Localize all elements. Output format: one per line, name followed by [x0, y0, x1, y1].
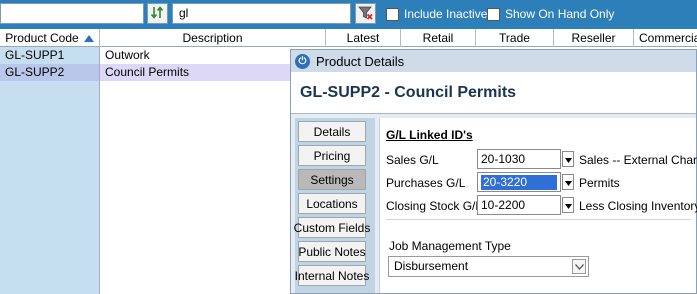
- details-body: Details Pricing Settings Locations Custo…: [291, 114, 697, 293]
- sort-toggle-button[interactable]: [147, 3, 168, 24]
- tab-pricing[interactable]: Pricing: [298, 145, 366, 166]
- column-header-commercial[interactable]: Commercial: [634, 29, 697, 47]
- show-on-hand-toggle[interactable]: Show On Hand Only: [487, 7, 614, 21]
- column-header-product-code[interactable]: Product Code: [0, 29, 100, 47]
- purchases-gl-value: 20-3220: [481, 175, 557, 190]
- column-header-retail[interactable]: Retail: [401, 29, 476, 47]
- sales-gl-field[interactable]: 20-1030: [477, 149, 561, 169]
- show-on-hand-checkbox[interactable]: [487, 7, 500, 21]
- purchases-gl-dropdown-button[interactable]: [562, 174, 574, 190]
- tab-custom-fields[interactable]: Custom Fields: [294, 217, 370, 238]
- column-header-description[interactable]: Description: [100, 29, 326, 47]
- column-header-reseller[interactable]: Reseller: [554, 29, 634, 47]
- include-inactive-toggle[interactable]: Include Inactive: [386, 7, 487, 21]
- dropdown-arrow-icon: [564, 152, 572, 166]
- include-inactive-checkbox[interactable]: [386, 7, 399, 21]
- column-header-label: Product Code: [5, 31, 79, 45]
- gl-linked-ids-title: G/L Linked ID's: [386, 128, 473, 142]
- closing-stock-gl-dropdown-button[interactable]: [562, 197, 574, 213]
- description-column: Outwork Council Permits: [100, 47, 290, 294]
- table-row-code-selected[interactable]: GL-SUPP2: [0, 64, 99, 81]
- window-title: Product Details: [316, 53, 405, 69]
- table-row-description[interactable]: Outwork: [100, 47, 290, 64]
- sort-arrows-icon: [150, 5, 165, 23]
- table-row-description-selected[interactable]: Council Permits: [100, 64, 290, 81]
- sales-gl-description: Sales -- External Charges: [579, 153, 697, 167]
- purchases-gl-label: Purchases G/L: [386, 176, 466, 190]
- filter-field[interactable]: [0, 3, 144, 24]
- sort-ascending-icon: [83, 34, 94, 42]
- purchases-gl-field[interactable]: 20-3220: [477, 172, 561, 192]
- clear-filter-button[interactable]: [355, 3, 376, 24]
- closing-stock-gl-description: Less Closing Inventory: [579, 199, 697, 213]
- job-management-type-value: Disbursement: [394, 259, 469, 273]
- job-management-type-select[interactable]: Disbursement: [388, 256, 589, 277]
- product-details-window: ⏻ Product Details GL-SUPP2 - Council Per…: [290, 49, 697, 294]
- include-inactive-label: Include Inactive: [404, 7, 488, 21]
- window-title-bar[interactable]: ⏻ Product Details: [291, 50, 696, 72]
- tab-internal-notes[interactable]: Internal Notes: [295, 265, 369, 286]
- column-header-latest[interactable]: Latest: [326, 29, 401, 47]
- details-tab-strip: Details Pricing Settings Locations Custo…: [294, 118, 375, 293]
- show-on-hand-label: Show On Hand Only: [505, 7, 615, 21]
- sales-gl-dropdown-button[interactable]: [562, 151, 574, 167]
- closing-stock-gl-label: Closing Stock G/L: [386, 199, 483, 213]
- grid-header: Product Code Description Latest Retail T…: [0, 29, 697, 47]
- dropdown-arrow-icon: [564, 198, 572, 212]
- toolbar: gl Include Inactive Show On Hand Only: [0, 0, 697, 29]
- search-input[interactable]: gl: [172, 3, 351, 24]
- job-management-type-label: Job Management Type: [389, 239, 511, 253]
- tab-public-notes[interactable]: Public Notes: [298, 241, 366, 262]
- sales-gl-label: Sales G/L: [386, 153, 439, 167]
- chevron-down-icon[interactable]: [572, 259, 586, 274]
- dropdown-arrow-icon: [564, 175, 572, 189]
- clear-filter-icon: [358, 5, 373, 23]
- table-row-code[interactable]: GL-SUPP1: [0, 47, 99, 64]
- tab-details[interactable]: Details: [298, 121, 366, 142]
- purchases-gl-description: Permits: [579, 176, 620, 190]
- tab-settings[interactable]: Settings: [298, 169, 366, 190]
- tab-locations[interactable]: Locations: [298, 193, 366, 214]
- closing-stock-gl-field[interactable]: 10-2200: [477, 195, 561, 215]
- section-divider: [386, 219, 691, 220]
- app-power-icon: ⏻: [295, 53, 310, 69]
- product-code-column: GL-SUPP1 GL-SUPP2: [0, 47, 100, 294]
- column-header-trade[interactable]: Trade: [476, 29, 554, 47]
- settings-panel: G/L Linked ID's Sales G/L 20-1030 Sales …: [379, 118, 697, 293]
- product-heading: GL-SUPP2 - Council Permits: [291, 72, 696, 114]
